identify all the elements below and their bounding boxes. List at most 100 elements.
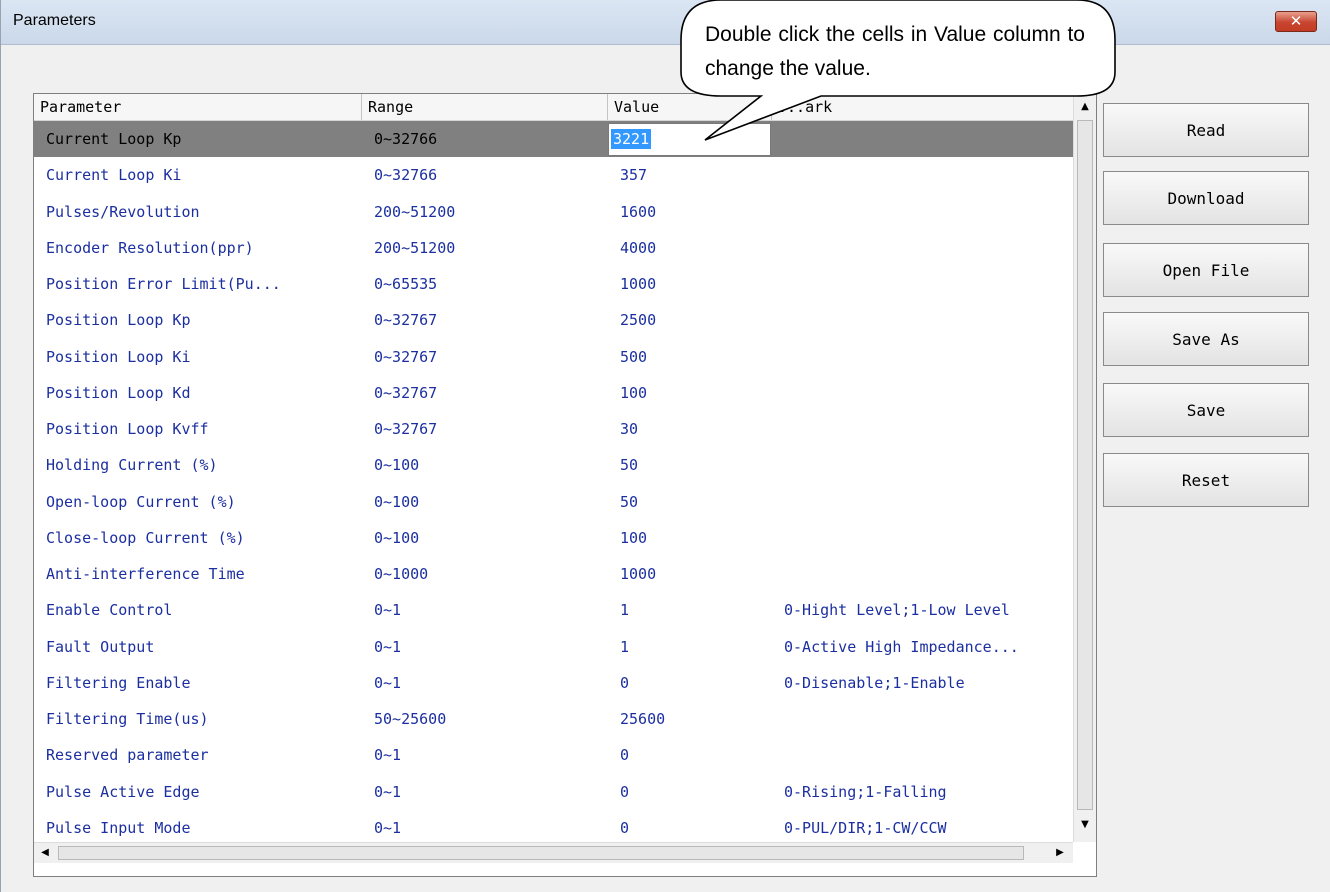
cell-value[interactable]: 50	[608, 484, 772, 520]
cell-value[interactable]: 0	[608, 737, 772, 773]
download-button[interactable]: Download	[1103, 171, 1309, 225]
cell-value[interactable]: 50	[608, 447, 772, 483]
table-row[interactable]: Encoder Resolution(ppr) 200~51200 4000	[34, 230, 1073, 266]
value-edit-field[interactable]: 3221	[608, 123, 771, 156]
open-file-button[interactable]: Open File	[1103, 243, 1309, 297]
cell-value[interactable]: 0	[608, 774, 772, 810]
scroll-up-icon[interactable]: ▲	[1076, 98, 1094, 116]
table-row[interactable]: Fault Output 0~1 1 0-Active High Impedance.…	[34, 629, 1073, 665]
save-as-button[interactable]: Save As	[1103, 312, 1309, 366]
cell-parameter: Reserved parameter	[46, 746, 209, 765]
cell-value[interactable]: 25600	[608, 701, 772, 737]
table-row[interactable]: Close-loop Current (%) 0~100 100	[34, 520, 1073, 556]
cell-range: 0~1	[374, 673, 402, 692]
cell-range: 0~1	[374, 746, 402, 765]
cell-value[interactable]: 30	[608, 411, 772, 447]
cell-parameter: Pulses/Revolution	[46, 202, 200, 221]
cell-value[interactable]: 1	[608, 629, 772, 665]
cell-parameter: Position Loop Kp	[46, 311, 191, 330]
column-header-parameter[interactable]: Parameter	[34, 94, 362, 120]
cell-parameter: Holding Current (%)	[46, 456, 218, 475]
column-header-value[interactable]: Value	[608, 94, 772, 120]
cell-range: 0~32766	[374, 130, 438, 148]
table-row[interactable]: Position Loop Kp 0~32767 2500	[34, 302, 1073, 338]
cell-value[interactable]: 357	[608, 157, 772, 193]
cell-parameter: Current Loop Kp	[46, 130, 182, 148]
table-row[interactable]: Current Loop Ki 0~32766 357	[34, 157, 1073, 193]
cell-range: 0~100	[374, 528, 420, 547]
cell-remark	[772, 302, 1073, 338]
table-row[interactable]: Pulse Active Edge 0~1 0 0-Rising;1-Falling	[34, 774, 1073, 810]
cell-remark	[772, 701, 1073, 737]
callout-text: Double click the cells in Value column t…	[705, 23, 1085, 80]
cell-remark: 0-Rising;1-Falling	[784, 782, 947, 801]
window-title: Parameters	[13, 12, 96, 29]
cell-range: 200~51200	[374, 202, 456, 221]
table-row[interactable]: Pulses/Revolution 200~51200 1600	[34, 194, 1073, 230]
cell-parameter: Anti-interference Time	[46, 565, 245, 583]
cell-range: 0~1	[374, 782, 402, 801]
selected-value-text: 3221	[611, 129, 652, 149]
read-button[interactable]: Read	[1103, 103, 1309, 157]
column-header-remark[interactable]: ...ark	[772, 94, 1073, 120]
cell-value[interactable]: 0	[608, 810, 772, 846]
cell-parameter: Position Loop Ki	[46, 347, 191, 366]
scroll-left-icon[interactable]: ◀	[36, 844, 54, 862]
horizontal-scroll-thumb[interactable]	[58, 846, 1024, 860]
cell-value[interactable]: 1600	[608, 194, 772, 230]
horizontal-scrollbar[interactable]: ◀ ▶	[34, 842, 1073, 863]
table-row[interactable]: Enable Control 0~1 1 0-Hight Level;1-Low Le…	[34, 592, 1073, 628]
cell-value[interactable]: 1	[608, 592, 772, 628]
cell-range: 0~1	[374, 601, 402, 620]
vertical-scrollbar[interactable]: ▲ ▼	[1073, 94, 1096, 842]
cell-value[interactable]: 2500	[608, 302, 772, 338]
reset-button[interactable]: Reset	[1103, 453, 1309, 507]
cell-value[interactable]: 1000	[608, 556, 772, 592]
table-row[interactable]: Filtering Time(us) 50~25600 25600	[34, 701, 1073, 737]
table-row[interactable]: Filtering Enable 0~1 0 0-Disenable;1-Enable	[34, 665, 1073, 701]
cell-parameter: Position Error Limit(Pu...	[46, 275, 281, 293]
cell-value[interactable]: 100	[608, 520, 772, 556]
grid-header: Parameter Range Value ...ark	[34, 94, 1073, 121]
cell-value[interactable]: 500	[608, 339, 772, 375]
scroll-right-icon[interactable]: ▶	[1051, 844, 1069, 862]
table-row[interactable]: Current Loop Kp 0~32766 3221	[34, 121, 1073, 158]
cell-value[interactable]: 100	[608, 375, 772, 411]
close-icon[interactable]: ✕	[1275, 11, 1317, 32]
save-button[interactable]: Save	[1103, 383, 1309, 437]
table-row[interactable]: Anti-interference Time 0~1000 1000	[34, 556, 1073, 592]
cell-remark	[772, 737, 1073, 773]
cell-range: 0~65535	[374, 275, 438, 293]
title-bar[interactable]: Parameters ✕	[1, 0, 1330, 45]
table-row[interactable]: Position Loop Kvff 0~32767 30	[34, 411, 1073, 447]
cell-parameter: Fault Output	[46, 637, 155, 656]
cell-parameter: Encoder Resolution(ppr)	[46, 238, 254, 257]
table-row[interactable]: Position Loop Kd 0~32767 100	[34, 375, 1073, 411]
cell-range: 50~25600	[374, 710, 447, 728]
cell-remark	[772, 230, 1073, 266]
cell-remark	[772, 411, 1073, 447]
vertical-scroll-thumb[interactable]	[1077, 120, 1093, 810]
cell-remark	[772, 447, 1073, 483]
table-row[interactable]: Open-loop Current (%) 0~100 50	[34, 484, 1073, 520]
table-row[interactable]: Position Error Limit(Pu... 0~65535 1000	[34, 266, 1073, 302]
cell-range: 0~1	[374, 818, 402, 837]
table-row[interactable]: Pulse Input Mode 0~1 0 0-PUL/DIR;1-CW/CCW	[34, 810, 1073, 846]
parameter-grid: Parameter Range Value ...ark Current Loo…	[33, 93, 1097, 877]
cell-value[interactable]: 4000	[608, 230, 772, 266]
cell-parameter: Open-loop Current (%)	[46, 492, 236, 511]
table-row[interactable]: Reserved parameter 0~1 0	[34, 737, 1073, 773]
scroll-down-icon[interactable]: ▼	[1076, 816, 1094, 834]
cell-value[interactable]: 1000	[608, 266, 772, 302]
column-header-range[interactable]: Range	[362, 94, 608, 120]
cell-parameter: Enable Control	[46, 601, 173, 620]
cell-range: 0~32767	[374, 311, 438, 330]
cell-remark	[772, 484, 1073, 520]
table-row[interactable]: Position Loop Ki 0~32767 500	[34, 339, 1073, 375]
cell-remark: 0-Active High Impedance...	[784, 637, 1019, 656]
parameters-window: Parameters ✕ Parameter Range Value ...ar…	[0, 0, 1330, 892]
cell-remark	[772, 194, 1073, 230]
table-row[interactable]: Holding Current (%) 0~100 50	[34, 447, 1073, 483]
cell-value[interactable]: 0	[608, 665, 772, 701]
cell-parameter: Filtering Enable	[46, 673, 191, 692]
